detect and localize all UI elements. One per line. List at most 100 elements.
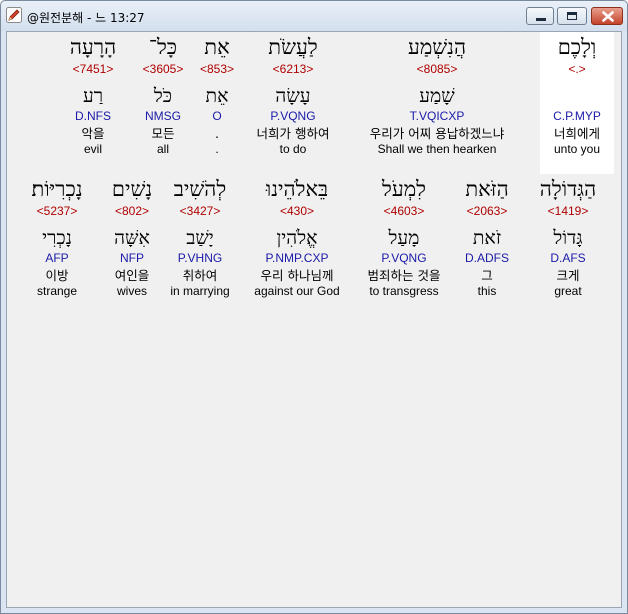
morphology-code: D.AFS xyxy=(550,251,586,265)
korean-gloss: 크게 xyxy=(556,268,580,283)
hebrew-word: לְהֹשִׁיב xyxy=(173,177,227,201)
english-gloss: to transgress xyxy=(369,284,439,298)
korean-gloss: 이방 xyxy=(45,268,69,283)
close-button[interactable] xyxy=(591,7,623,25)
korean-gloss: 취하여 xyxy=(182,268,218,283)
morphology-code: P.VHNG xyxy=(177,251,223,265)
strong-number: <3427> xyxy=(179,204,221,218)
korean-gloss: 우리가 어찌 용납하겠느냐 xyxy=(369,126,505,141)
strong-number: <802> xyxy=(114,204,150,218)
lexical-root: שָׁמַע xyxy=(419,85,455,107)
word-cell[interactable]: לְהֹשִׁיב <3427> יָשַׁב P.VHNG 취하여 in marryin… xyxy=(165,176,235,299)
morphology-code: O xyxy=(212,109,222,123)
korean-gloss: . xyxy=(215,126,219,141)
morphology-code: NFP xyxy=(120,251,144,265)
analysis-panel: וְלָכֶם <.> C.P.MYP 너희에게 unto you הֲנִשְׁמַע… xyxy=(6,31,622,608)
hebrew-word: לִמְעֹל xyxy=(382,177,426,201)
english-gloss: all xyxy=(156,142,169,156)
lexical-root: כֹּל xyxy=(153,85,173,107)
word-cell[interactable]: הֲנִשְׁמַע <8085> שָׁמַע T.VQICXP 우리가 어찌 용납하… xyxy=(342,34,532,157)
korean-gloss: 우리 하나님께 xyxy=(260,268,334,283)
morphology-code: T.VQICXP xyxy=(409,109,465,123)
morphology-code: D.ADFS xyxy=(464,251,509,265)
english-gloss: evil xyxy=(83,142,102,156)
lexical-root: עָשָׂה xyxy=(275,85,311,107)
strong-number: <2063> xyxy=(466,204,508,218)
word-cell[interactable]: הַגְּדוֹלָה <1419> גָּדוֹל D.AFS 크게 great xyxy=(526,176,610,299)
morphology-code: AFP xyxy=(45,251,69,265)
lexical-root: אִשָּׁה xyxy=(114,227,150,249)
word-cell[interactable]: כָּל־ <3605> כֹּל NMSG 모든 all xyxy=(135,34,191,157)
strong-number: <1419> xyxy=(547,204,589,218)
korean-gloss: 여인을 xyxy=(114,268,150,283)
morphology-code: P.VQNG xyxy=(270,109,316,123)
english-gloss: wives xyxy=(116,284,147,298)
hebrew-word: הֲנִשְׁמַע xyxy=(407,35,467,59)
lexical-root xyxy=(540,84,614,108)
close-icon xyxy=(602,11,614,22)
hebrew-word: וְלָכֶם xyxy=(557,35,597,59)
word-cell[interactable]: נָכְרִיּוֹת׃ <5237> נָכְרִי AFP 이방 strange xyxy=(17,176,97,299)
lexical-root: רַע xyxy=(82,85,104,107)
english-gloss: great xyxy=(554,284,582,298)
word-cell[interactable]: בֵּאלֹהֵינוּ <430> אֱלֹהִין P.NMP.CXP 우리 하나님… xyxy=(239,176,355,299)
english-gloss: . xyxy=(215,142,219,156)
word-cell[interactable]: לִמְעֹל <4603> מָעַל P.VQNG 범죄하는 것을 to transg… xyxy=(359,176,449,299)
lexical-root: מָעַל xyxy=(388,227,420,249)
lexical-root: נָכְרִי xyxy=(42,227,72,249)
strong-number: <7451> xyxy=(72,62,114,76)
hebrew-word: הַגְּדוֹלָה xyxy=(539,177,597,201)
hebrew-word: בֵּאלֹהֵינוּ xyxy=(265,177,329,201)
hebrew-word: הָרָעָה xyxy=(69,35,117,59)
english-gloss: this xyxy=(477,284,497,298)
english-gloss: against our God xyxy=(254,284,340,298)
strong-number: <5237> xyxy=(36,204,78,218)
maximize-icon xyxy=(567,12,577,20)
korean-gloss: 악을 xyxy=(81,126,105,141)
word-cell[interactable]: לַעֲשֹׂת <6213> עָשָׂה P.VQNG 너희가 행하여 to do xyxy=(245,34,341,157)
hebrew-word: לַעֲשֹׂת xyxy=(268,35,318,59)
pencil-icon xyxy=(6,7,22,23)
morphology-code: P.NMP.CXP xyxy=(265,251,329,265)
english-gloss: unto you xyxy=(553,142,601,156)
korean-gloss: 그 xyxy=(481,268,493,283)
hebrew-word: אֵת xyxy=(204,35,230,59)
hebrew-word: נָכְרִיּוֹת׃ xyxy=(31,177,83,201)
strong-number: <3605> xyxy=(142,62,184,76)
hebrew-word: נָשִׁים xyxy=(111,177,153,201)
strong-number: <4603> xyxy=(383,204,425,218)
korean-gloss: 범죄하는 것을 xyxy=(367,268,441,283)
strong-number: <853> xyxy=(199,62,235,76)
english-gloss: in marrying xyxy=(170,284,230,298)
lexical-root: יָשַׁב xyxy=(186,227,214,249)
window-title: @원전분해 - 느 13:27 xyxy=(27,11,145,25)
lexical-root: זֹאת xyxy=(472,227,502,249)
hebrew-word: הַזֹּאת xyxy=(465,177,509,201)
morphology-code: NMSG xyxy=(145,109,181,123)
maximize-button[interactable] xyxy=(557,7,587,25)
english-gloss: Shall we then hearken xyxy=(377,142,497,156)
minimize-icon xyxy=(536,18,546,21)
morphology-code: P.VQNG xyxy=(381,251,427,265)
korean-gloss: 너희가 행하여 xyxy=(256,126,330,141)
word-cell[interactable]: הָרָעָה <7451> רַע D.NFS 악을 evil xyxy=(57,34,129,157)
word-cell[interactable]: הַזֹּאת <2063> זֹאת D.ADFS 그 this xyxy=(453,176,521,299)
korean-gloss: 모든 xyxy=(151,126,175,141)
lexical-root: אֱלֹהִין xyxy=(276,227,318,249)
lexical-root: גָּדוֹל xyxy=(553,227,583,249)
hebrew-word: כָּל־ xyxy=(148,35,178,59)
word-cell[interactable]: נָשִׁים <802> אִשָּׁה NFP 여인을 wives xyxy=(103,176,161,299)
word-cell[interactable]: וְלָכֶם <.> C.P.MYP 너희에게 unto you xyxy=(540,32,614,174)
title-bar[interactable]: @원전분해 - 느 13:27 xyxy=(1,1,627,31)
strong-number: <8085> xyxy=(416,62,458,76)
morphology-code: D.NFS xyxy=(75,109,111,123)
english-gloss: strange xyxy=(36,284,78,298)
morphology-code: C.P.MYP xyxy=(553,109,601,123)
strong-number: <6213> xyxy=(272,62,314,76)
lexical-root: אֵת xyxy=(205,85,229,107)
strong-number: <430> xyxy=(279,204,315,218)
minimize-button[interactable] xyxy=(526,7,554,25)
word-cell[interactable]: אֵת <853> אֵת O.. xyxy=(195,34,239,157)
strong-number: <.> xyxy=(568,62,586,76)
english-gloss: to do xyxy=(279,142,307,156)
